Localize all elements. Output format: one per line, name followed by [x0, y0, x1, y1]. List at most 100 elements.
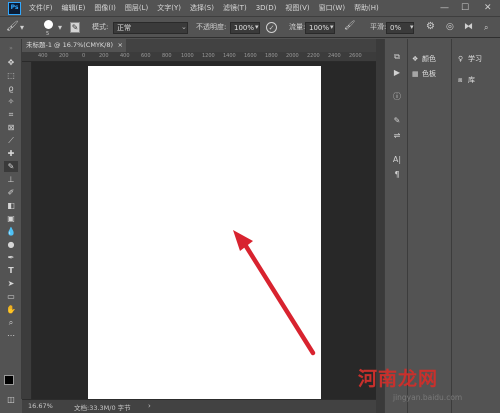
ruler-tick: 800 [162, 53, 172, 59]
ruler-tick: 2600 [349, 53, 362, 59]
menu-edit[interactable]: 编辑(E) [62, 3, 86, 13]
brush-settings-panel-icon[interactable]: ⇌ [390, 130, 404, 142]
status-menu-icon[interactable]: › [148, 402, 151, 410]
crop-tool-icon[interactable]: ⌗ [4, 109, 18, 120]
flow-label: 流量: [289, 23, 306, 31]
menu-image[interactable]: 图像(I) [94, 3, 116, 13]
gradient-tool-icon[interactable]: ▣ [4, 213, 18, 224]
zoom-level[interactable]: 16.67% [28, 402, 53, 410]
airbrush-icon[interactable]: 🖌 [344, 20, 355, 33]
frame-tool-icon[interactable]: ⊠ [4, 122, 18, 133]
swatches-panel-item[interactable]: ▦ 色板 [412, 68, 436, 80]
ruler-tick: 400 [38, 53, 48, 59]
learn-panel-item[interactable]: ♀ 学习 [458, 53, 482, 65]
chevron-down-icon[interactable]: ▾ [20, 21, 24, 34]
toolbar-collapse-icon[interactable]: » [4, 43, 18, 54]
maximize-button[interactable]: ☐ [461, 2, 469, 14]
menu-file[interactable]: 文件(F) [29, 3, 53, 13]
clone-stamp-tool-icon[interactable]: ⊥ [4, 174, 18, 185]
learn-library-panel: ♀ 学习 ⧈ 库 [452, 39, 500, 413]
quick-mask-icon[interactable]: ◫ [4, 394, 18, 405]
photoshop-logo: Ps [8, 1, 21, 15]
color-palette-icon: ❖ [412, 55, 419, 63]
eraser-tool-icon[interactable]: ◧ [4, 200, 18, 211]
menu-type[interactable]: 文字(Y) [157, 3, 181, 13]
history-icon[interactable]: ⧉ [390, 51, 404, 63]
document-tab-title: 未标题-1 @ 16.7%(CMYK/8) [26, 41, 114, 49]
gear-icon[interactable]: ⚙ [426, 20, 435, 33]
menu-3d[interactable]: 3D(D) [256, 4, 277, 12]
mode-select[interactable]: 正常 [113, 22, 188, 34]
search-icon[interactable]: ⌕ [484, 21, 488, 34]
ruler-tick: 2000 [286, 53, 299, 59]
menu-help[interactable]: 帮助(H) [354, 3, 379, 13]
brush-tool-icon[interactable]: 🖌 [6, 20, 19, 33]
options-bar: 🖌 ▾ 5 ▾ ✎ 模式: 正常 ⌄ 不透明度: 100% ▾ ✓ 流量: 10… [0, 16, 500, 38]
close-tab-icon[interactable]: × [118, 39, 123, 52]
tools-panel: » ✥ ⬚ ϱ ✧ ⌗ ⊠ ⟋ ✚ ✎ ⊥ ✐ ◧ ▣ 💧 ● ✒ T ➤ ▭ … [0, 39, 22, 404]
rectangle-tool-icon[interactable]: ▭ [4, 291, 18, 302]
ruler-tick: 1000 [181, 53, 194, 59]
menu-window[interactable]: 窗口(W) [319, 3, 345, 13]
document-tab[interactable]: 未标题-1 @ 16.7%(CMYK/8) × [22, 39, 126, 52]
brush-settings-icon[interactable]: ✎ [70, 22, 80, 33]
panel-icon-column: ⧉ ▶ ⓘ ✎ ⇌ A| ¶ [384, 39, 408, 413]
brush-panel-icon[interactable]: ✎ [390, 115, 404, 127]
flow-dropdown-icon[interactable]: ▾ [330, 21, 334, 34]
menu-layer[interactable]: 图层(L) [125, 3, 148, 13]
lasso-tool-icon[interactable]: ϱ [4, 83, 18, 94]
more-tools-icon[interactable]: ⋯ [4, 330, 18, 341]
brush-size-dropdown-icon[interactable]: ▾ [58, 21, 62, 34]
character-icon[interactable]: A| [390, 154, 404, 166]
minimize-button[interactable]: — [440, 2, 449, 14]
horizontal-ruler: 400 200 0 200 400 600 800 1000 1200 1400… [22, 52, 376, 62]
pressure-size-icon[interactable]: ◎ [446, 21, 454, 34]
menu-select[interactable]: 选择(S) [190, 3, 214, 13]
symmetry-icon[interactable]: ⧓ [464, 21, 473, 34]
info-icon[interactable]: ⓘ [390, 91, 404, 103]
marquee-tool-icon[interactable]: ⬚ [4, 70, 18, 81]
path-select-tool-icon[interactable]: ➤ [4, 278, 18, 289]
pen-tool-icon[interactable]: ✒ [4, 252, 18, 263]
foreground-color-swatch[interactable] [4, 375, 14, 385]
dodge-tool-icon[interactable]: ● [4, 239, 18, 250]
ruler-tick: 2400 [328, 53, 341, 59]
move-tool-icon[interactable]: ✥ [4, 57, 18, 68]
brush-tool-icon[interactable]: ✎ [4, 161, 18, 172]
paragraph-icon[interactable]: ¶ [390, 169, 404, 181]
smoothing-dropdown-icon[interactable]: ▾ [410, 21, 414, 34]
ruler-tick: 1400 [223, 53, 236, 59]
quick-select-tool-icon[interactable]: ✧ [4, 96, 18, 107]
document-canvas[interactable] [88, 66, 321, 399]
menu-view[interactable]: 视图(V) [285, 3, 309, 13]
opacity-dropdown-icon[interactable]: ▾ [255, 21, 259, 34]
pressure-opacity-icon[interactable]: ✓ [266, 22, 277, 33]
healing-brush-tool-icon[interactable]: ✚ [4, 148, 18, 159]
menu-filter[interactable]: 滤镜(T) [223, 3, 247, 13]
watermark-url: jingyan.baidu.com [393, 393, 463, 402]
menu-bar: Ps 文件(F) 编辑(E) 图像(I) 图层(L) 文字(Y) 选择(S) 滤… [0, 0, 500, 16]
close-window-button[interactable]: ✕ [484, 2, 492, 14]
library-icon: ⧈ [458, 76, 463, 84]
panel-dock-collapse[interactable] [376, 39, 384, 413]
zoom-tool-icon[interactable]: ⌕ [4, 317, 18, 328]
mode-label: 模式: [92, 23, 109, 31]
hand-tool-icon[interactable]: ✋ [4, 304, 18, 315]
actions-play-icon[interactable]: ▶ [390, 67, 404, 79]
type-tool-icon[interactable]: T [4, 265, 18, 276]
eyedropper-tool-icon[interactable]: ⟋ [4, 135, 18, 146]
ruler-tick: 200 [99, 53, 109, 59]
ruler-tick: 400 [120, 53, 130, 59]
ruler-tick: 600 [141, 53, 151, 59]
mode-dropdown-icon[interactable]: ⌄ [181, 21, 187, 34]
blur-tool-icon[interactable]: 💧 [4, 226, 18, 237]
lightbulb-icon: ♀ [458, 55, 464, 63]
swatches-grid-icon: ▦ [412, 70, 419, 78]
library-panel-item[interactable]: ⧈ 库 [458, 74, 475, 86]
vertical-ruler [22, 62, 32, 399]
color-panel-item[interactable]: ❖ 颜色 [412, 53, 436, 65]
history-brush-tool-icon[interactable]: ✐ [4, 187, 18, 198]
library-panel-label: 库 [468, 76, 475, 84]
ruler-tick: 0 [82, 53, 86, 59]
watermark-logo: 河南龙网 [358, 368, 439, 390]
